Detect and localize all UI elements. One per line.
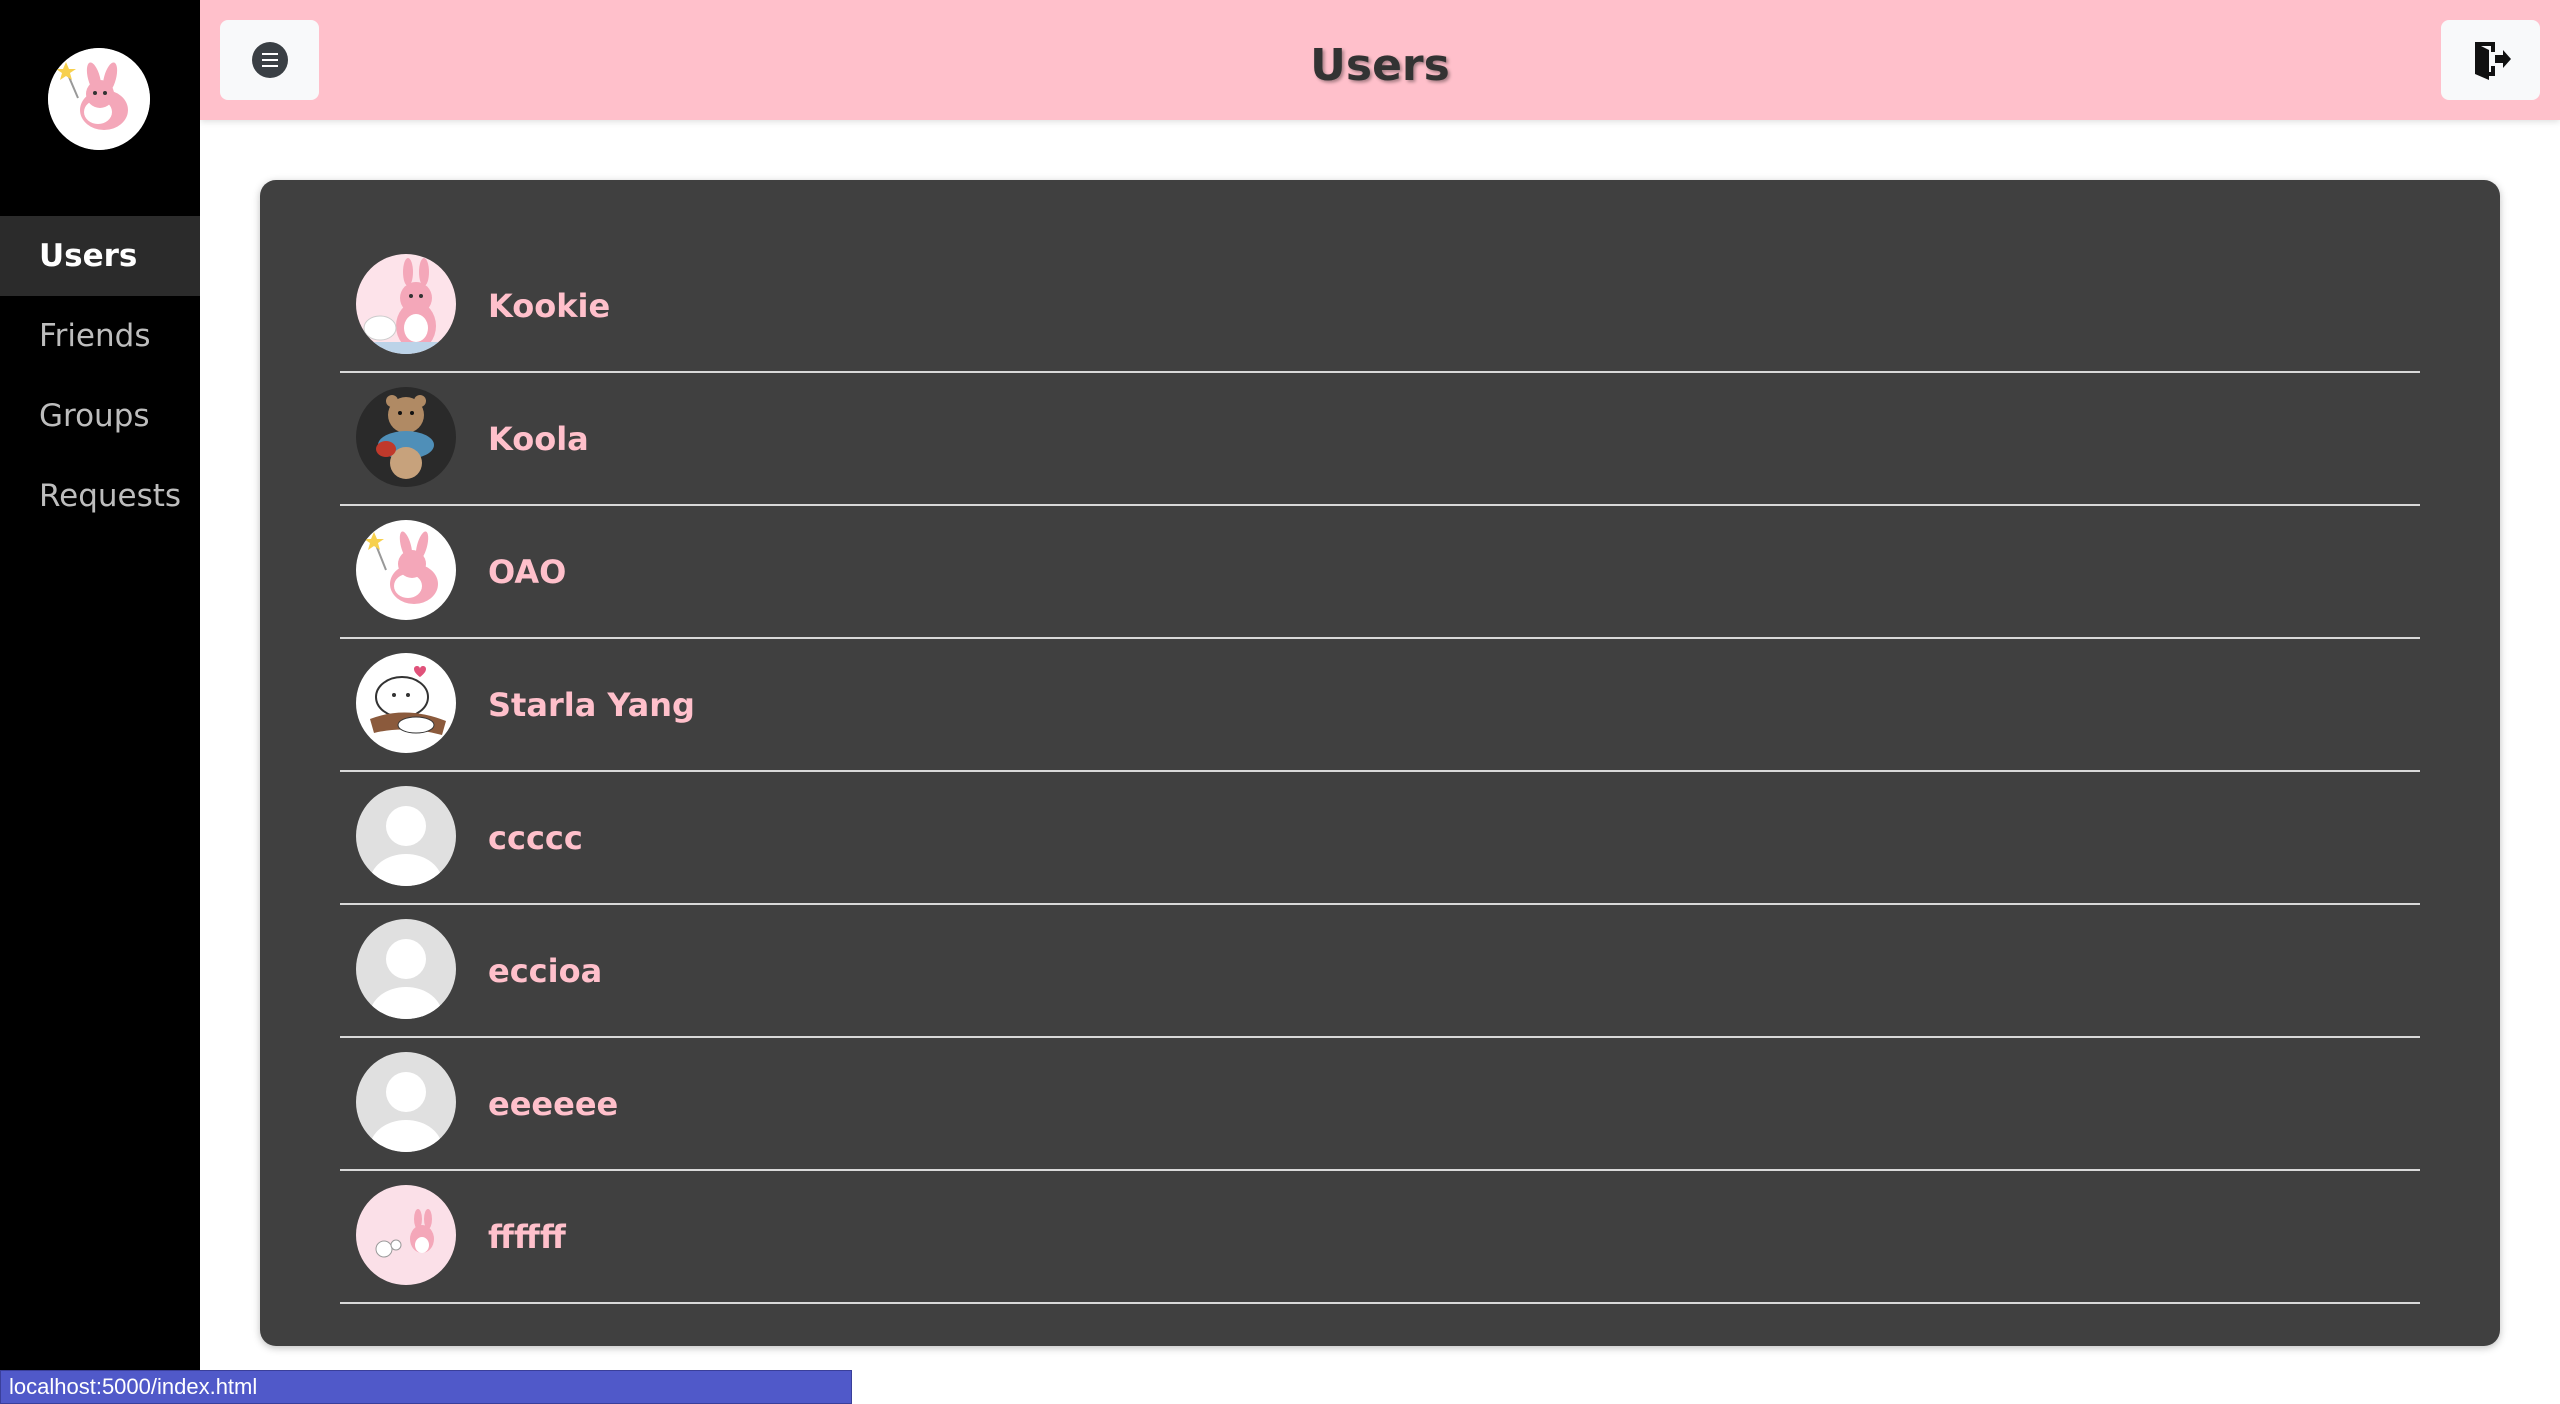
pink-bunny-avatar: [356, 254, 456, 354]
sidebar-nav: Users Friends Groups Requests: [0, 216, 200, 536]
default-avatar: [356, 1052, 456, 1152]
list-item[interactable]: ccccc: [340, 772, 2420, 905]
list-item[interactable]: Koola: [340, 373, 2420, 506]
white-creature-avatar: [356, 653, 456, 753]
list-item[interactable]: OAO: [340, 506, 2420, 639]
list-item[interactable]: ffffff: [340, 1171, 2420, 1304]
sidebar-item-friends[interactable]: Friends: [0, 296, 200, 376]
top-header: Users: [200, 0, 2560, 120]
user-name: ccccc: [488, 819, 583, 857]
list-item[interactable]: eeeeee: [340, 1038, 2420, 1171]
list-item[interactable]: Kookie: [340, 240, 2420, 373]
profile-avatar[interactable]: [48, 48, 150, 150]
user-name: ffffff: [488, 1218, 566, 1256]
user-name: eccioa: [488, 952, 603, 990]
logout-icon: [2474, 42, 2511, 80]
user-name: Koola: [488, 420, 589, 458]
teddy-bear-avatar: [356, 387, 456, 487]
user-name: OAO: [488, 553, 567, 591]
user-list-card: Kookie Koola OAO Starla Yang ccccc eccio…: [260, 180, 2500, 1346]
sidebar-item-requests[interactable]: Requests: [0, 456, 200, 536]
logout-button[interactable]: [2441, 20, 2540, 100]
bunny-wand-avatar: [356, 520, 456, 620]
list-item[interactable]: Starla Yang: [340, 639, 2420, 772]
page-title: Users: [1310, 40, 1450, 91]
sidebar: Users Friends Groups Requests: [0, 0, 200, 1404]
user-name: eeeeee: [488, 1085, 619, 1123]
user-name: Kookie: [488, 287, 611, 325]
sidebar-item-groups[interactable]: Groups: [0, 376, 200, 456]
pink-bunny-small-avatar: [356, 1185, 456, 1285]
sidebar-item-users[interactable]: Users: [0, 216, 200, 296]
list-item[interactable]: eccioa: [340, 905, 2420, 1038]
user-name: Starla Yang: [488, 686, 695, 724]
default-avatar: [356, 919, 456, 1019]
browser-status-bar: localhost:5000/index.html: [0, 1370, 852, 1404]
user-list: Kookie Koola OAO Starla Yang ccccc eccio…: [340, 240, 2420, 1304]
default-avatar: [356, 786, 456, 886]
